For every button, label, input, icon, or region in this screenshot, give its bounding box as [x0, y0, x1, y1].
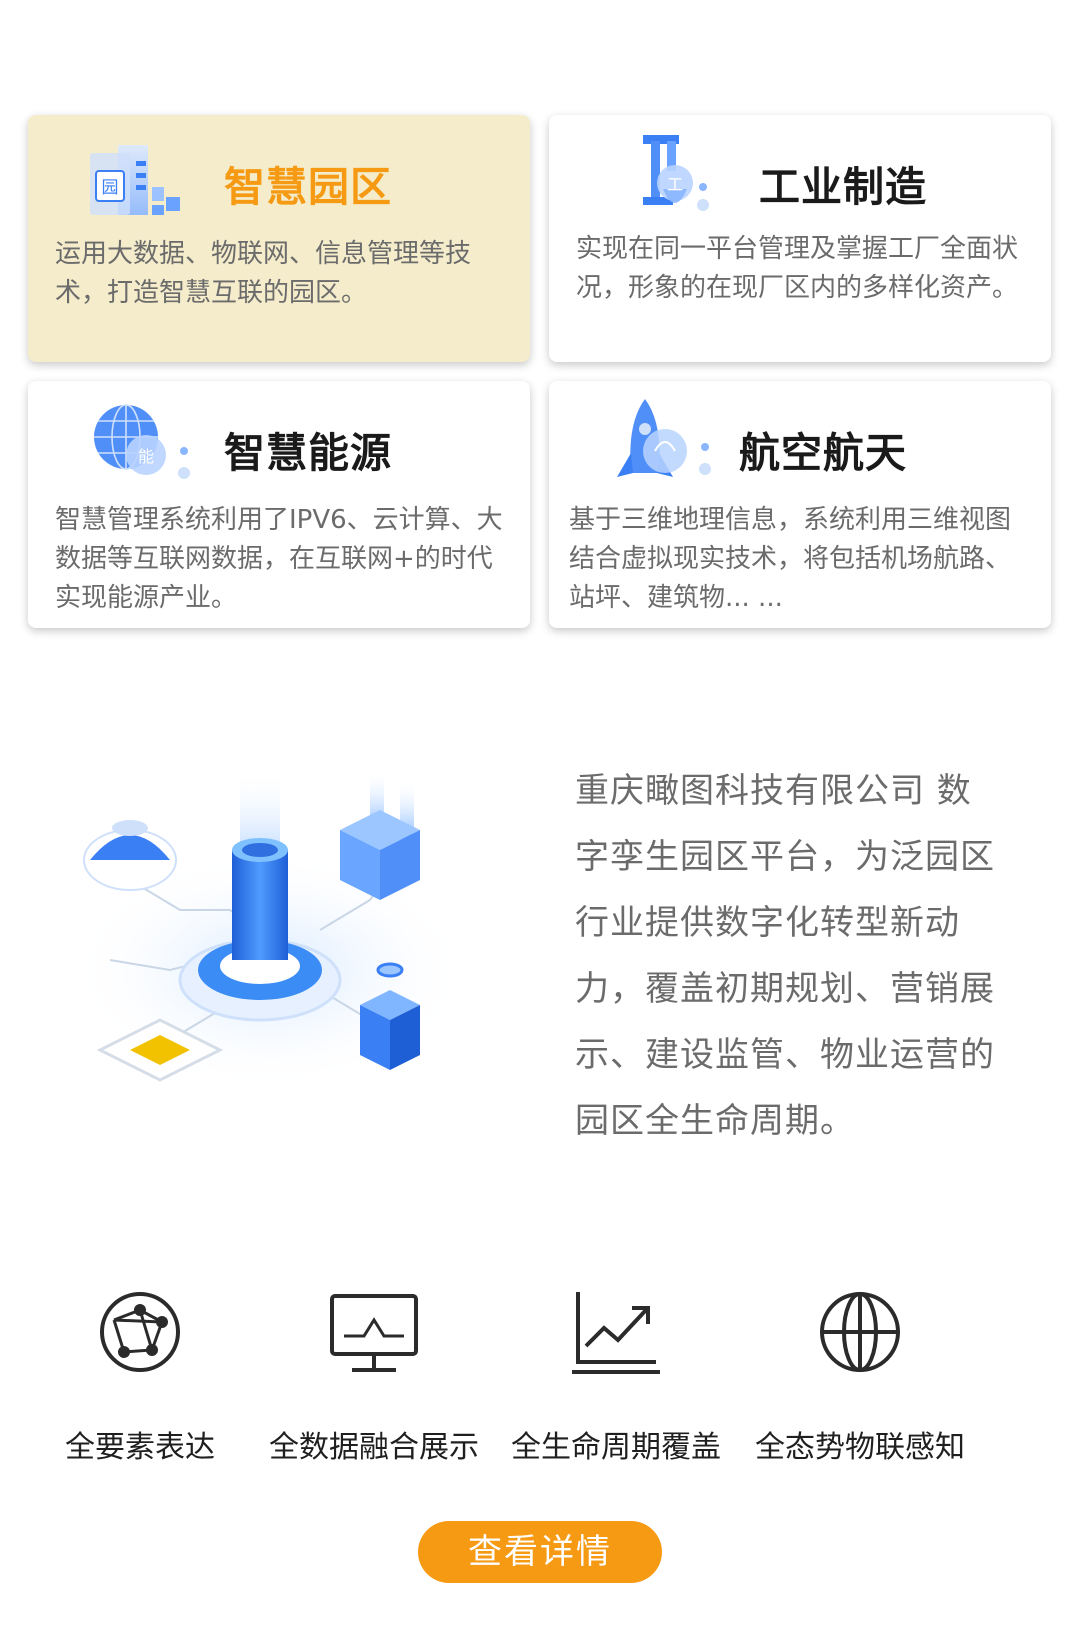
card-smart-park[interactable]: 园 智慧园区 运用大数据、物联网、信息管理等技术，打造智慧互联的园区。 — [28, 115, 530, 362]
svg-text:能: 能 — [138, 447, 154, 466]
network-sphere-icon — [100, 1292, 180, 1372]
feature-all-elements[interactable]: 全要素表达 — [20, 1282, 260, 1466]
card-industrial-manufacturing[interactable]: 工 工业制造 实现在同一平台管理及掌握工厂全面状况，形象的在现厂区内的多样化资产… — [549, 115, 1051, 362]
digital-twin-isometric-illustration — [70, 770, 470, 1090]
feature-data-fusion[interactable]: 全数据融合展示 — [254, 1282, 494, 1466]
view-details-button[interactable]: 查看详情 — [418, 1521, 662, 1583]
monitor-chart-icon — [330, 1294, 418, 1372]
card-title: 智慧能源 — [224, 429, 392, 477]
card-title: 智慧园区 — [224, 163, 392, 211]
card-description: 智慧管理系统利用了IPV6、云计算、大数据等互联网数据，在互联网+的时代实现能源… — [55, 505, 503, 613]
park-building-icon: 园 — [90, 145, 180, 215]
industry-crane-icon: 工 — [643, 135, 709, 211]
feature-iot-awareness[interactable]: 全态势物联感知 — [740, 1282, 980, 1466]
globe-icon — [820, 1292, 900, 1372]
trend-chart-icon — [572, 1292, 660, 1374]
feature-label: 全态势物联感知 — [755, 1430, 965, 1465]
feature-label: 全数据融合展示 — [269, 1430, 479, 1465]
card-description: 基于三维地理信息，系统利用三维视图结合虚拟现实技术，将包括机场航路、站坪、建筑物… — [569, 505, 1012, 613]
card-aerospace[interactable]: 航空航天 基于三维地理信息，系统利用三维视图结合虚拟现实技术，将包括机场航路、站… — [549, 381, 1051, 628]
aerospace-rocket-icon — [617, 399, 711, 477]
card-title: 航空航天 — [739, 429, 907, 477]
card-description: 实现在同一平台管理及掌握工厂全面状况，形象的在现厂区内的多样化资产。 — [576, 234, 1019, 303]
feature-label: 全要素表达 — [65, 1430, 215, 1465]
svg-text:工: 工 — [667, 175, 683, 194]
card-title: 工业制造 — [759, 163, 927, 211]
feature-label: 全生命周期覆盖 — [511, 1430, 721, 1465]
feature-lifecycle[interactable]: 全生命周期覆盖 — [496, 1282, 736, 1466]
svg-text:园: 园 — [102, 178, 119, 198]
energy-globe-icon: 能 — [94, 404, 190, 479]
company-description: 重庆瞰图科技有限公司 数字孪生园区平台，为泛园区行业提供数字化转型新动力，覆盖初… — [575, 771, 995, 1141]
card-description: 运用大数据、物联网、信息管理等技术，打造智慧互联的园区。 — [55, 239, 472, 308]
card-smart-energy[interactable]: 能 智慧能源 智慧管理系统利用了IPV6、云计算、大数据等互联网数据，在互联网+… — [28, 381, 530, 628]
